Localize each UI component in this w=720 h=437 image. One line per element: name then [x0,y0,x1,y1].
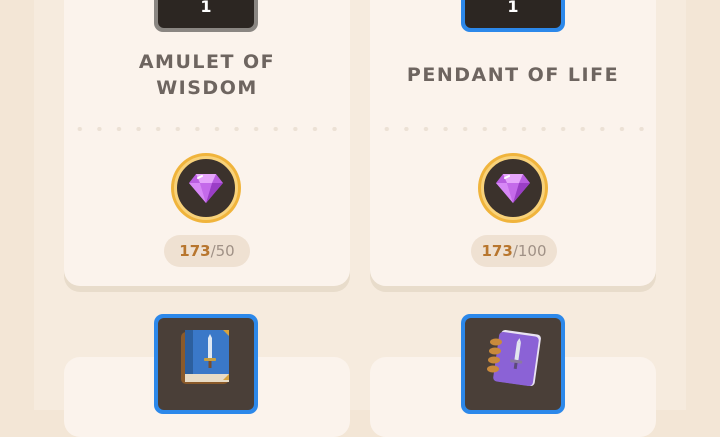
item-title: PENDANT OF LIFE [370,62,656,88]
gem-have: 173 [179,242,211,260]
item-title-line: PENDANT OF LIFE [406,64,620,86]
gem-need: /50 [210,242,235,260]
purple-gem-icon [189,174,223,203]
purple-sword-book-icon [487,329,541,387]
item-title-line: AMULET OF [138,51,276,73]
gem-amount: 173/100 [471,235,557,267]
purple-gem-icon [496,174,530,203]
divider [70,127,338,131]
item-slot[interactable] [154,314,258,414]
count-badge: 1 [154,0,258,32]
blue-sword-book-icon [181,330,229,384]
divider [377,127,645,131]
count-value: 1 [158,0,254,28]
count-badge: 1 [461,0,565,32]
count-value: 1 [465,0,561,28]
item-title-line: WISDOM [156,77,258,99]
gem-have: 173 [481,242,513,260]
item-title: AMULET OF WISDOM [64,49,350,101]
upgrade-gem-button[interactable] [171,153,241,223]
gem-amount: 173/50 [164,235,250,267]
upgrade-gem-button[interactable] [478,153,548,223]
item-slot[interactable] [461,314,565,414]
gem-need: /100 [512,242,547,260]
